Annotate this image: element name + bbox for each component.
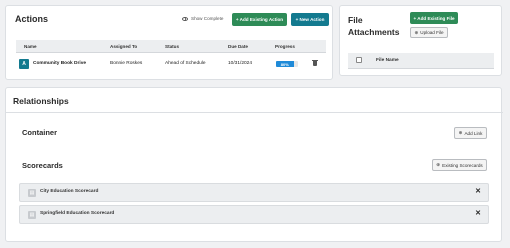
upload-file-label: Upload File bbox=[420, 30, 444, 35]
relationships-title: Relationships bbox=[13, 96, 69, 106]
column-header-progress[interactable]: Progress bbox=[275, 44, 295, 49]
upload-file-button[interactable]: ⊕ Upload File bbox=[410, 27, 448, 38]
show-complete-label: Show Complete bbox=[191, 16, 224, 21]
file-attachments-title: File Attachments bbox=[348, 15, 400, 37]
action-type-badge: A bbox=[19, 59, 29, 69]
column-header-status[interactable]: Status bbox=[165, 44, 179, 49]
column-header-assigned-to[interactable]: Assigned To bbox=[110, 44, 137, 49]
scorecard-icon: ▤ bbox=[28, 211, 36, 219]
scorecard-name[interactable]: City Education Scorecard bbox=[40, 189, 98, 194]
progress-fill: 80% bbox=[276, 61, 294, 67]
add-existing-action-button[interactable]: + Add Existing Action bbox=[232, 13, 287, 26]
scorecard-item[interactable]: ▤ City Education Scorecard ✕ bbox=[19, 183, 489, 202]
action-status: Ahead of Schedule bbox=[165, 61, 206, 66]
progress-bar: 80% bbox=[276, 61, 298, 67]
relationships-panel: Relationships Container ⊕ Add Link Score… bbox=[5, 87, 503, 242]
container-section-title: Container bbox=[22, 128, 58, 137]
upload-icon: ⊕ bbox=[414, 29, 419, 35]
scorecards-section-title: Scorecards bbox=[22, 161, 63, 170]
column-header-due-date[interactable]: Due Date bbox=[228, 44, 248, 49]
scorecard-name[interactable]: Springfield Education Scorecard bbox=[40, 211, 114, 216]
plus-circle-icon: ⊕ bbox=[458, 130, 463, 135]
actions-table-header: Name Assigned To Status Due Date Progres… bbox=[16, 40, 326, 53]
action-due-date: 10/31/2024 bbox=[228, 61, 253, 66]
actions-panel: Actions Show Complete + Add Existing Act… bbox=[5, 5, 333, 80]
existing-scorecards-button[interactable]: ⊕ Existing Scorecards bbox=[432, 159, 487, 171]
scorecard-item[interactable]: ▤ Springfield Education Scorecard ✕ bbox=[19, 205, 489, 224]
table-row[interactable]: A Community Book Drive Bonnie Roskes Ahe… bbox=[16, 53, 326, 75]
close-icon[interactable]: ✕ bbox=[475, 187, 481, 195]
action-name-link[interactable]: Community Book Drive bbox=[33, 61, 86, 66]
existing-scorecards-label: Existing Scorecards bbox=[442, 162, 483, 168]
scorecard-icon: ▤ bbox=[28, 189, 36, 197]
action-assigned-to: Bonnie Roskes bbox=[110, 61, 143, 66]
column-header-name[interactable]: Name bbox=[24, 44, 37, 49]
select-all-checkbox[interactable] bbox=[356, 57, 362, 63]
trash-icon[interactable] bbox=[312, 59, 318, 66]
add-link-button[interactable]: ⊕ Add Link bbox=[454, 127, 487, 139]
file-attachments-panel: File Attachments + Add Existing File ⊕ U… bbox=[339, 5, 502, 76]
files-table-header: File Name bbox=[348, 53, 494, 69]
add-link-label: Add Link bbox=[464, 130, 483, 136]
eye-icon bbox=[182, 16, 188, 21]
plus-circle-icon: ⊕ bbox=[436, 162, 441, 167]
close-icon[interactable]: ✕ bbox=[475, 209, 481, 217]
divider bbox=[6, 112, 503, 113]
column-header-file-name[interactable]: File Name bbox=[376, 58, 399, 63]
new-action-button[interactable]: + New Action bbox=[291, 13, 329, 26]
actions-title: Actions bbox=[15, 14, 49, 24]
show-complete-toggle[interactable]: Show Complete bbox=[182, 16, 223, 21]
actions-table: Name Assigned To Status Due Date Progres… bbox=[16, 40, 326, 78]
add-existing-file-button[interactable]: + Add Existing File bbox=[410, 12, 458, 24]
